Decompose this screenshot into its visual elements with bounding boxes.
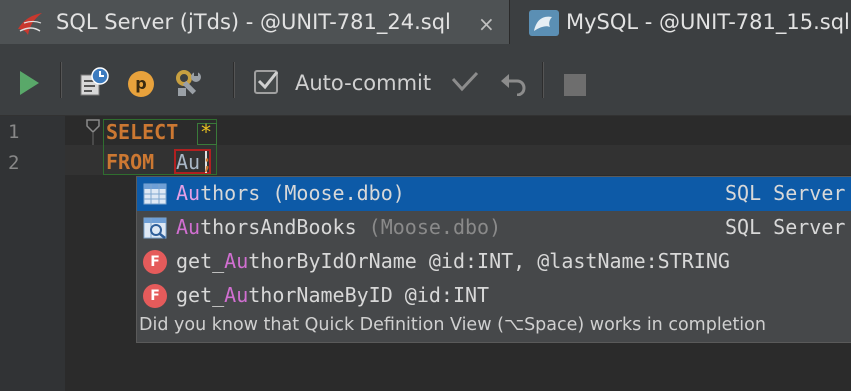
item-name-rest: thors <box>200 181 261 205</box>
item-name-rest: thorsAndBooks <box>200 215 357 239</box>
keyword-select: SELECT <box>106 120 179 144</box>
match-text: Au <box>224 283 249 307</box>
stop-icon[interactable] <box>563 73 587 101</box>
tab-sql-server-file[interactable]: SQL Server (jTds) - @UNIT-781_24.sql × <box>0 0 509 44</box>
item-schema: (Moose.dbo) <box>260 181 405 205</box>
tab-label: SQL Server (jTds) - @UNIT-781_24.sql <box>56 10 451 34</box>
completion-item-get-authorbyidorname[interactable]: F get_AuthorByIdOrName @id:INT, @lastNam… <box>137 245 851 279</box>
code-completion-popup: Authors (Moose.dbo) SQL Server AuthorsAn… <box>136 176 851 343</box>
item-name-rest: thorByIdOrName @id:INT, @lastName:STRING <box>248 249 730 273</box>
function-icon: F <box>143 284 167 308</box>
rollback-undo-icon[interactable] <box>500 72 526 100</box>
line-number-gutter: 1 2 <box>0 116 100 391</box>
completion-item-authorsandbooks[interactable]: AuthorsAndBooks (Moose.dbo) SQL Server <box>137 211 851 245</box>
line-number: 2 <box>8 152 20 174</box>
settings-wrench-icon[interactable] <box>174 68 204 102</box>
completion-item-authors[interactable]: Authors (Moose.dbo) SQL Server <box>137 177 851 211</box>
item-type: SQL Server <box>725 215 846 239</box>
typed-identifier: Au <box>176 150 201 174</box>
console-toolbar: p Auto-commit <box>0 44 851 116</box>
match-text: Au <box>176 181 201 205</box>
toolbar-separator <box>233 62 235 98</box>
view-icon <box>143 216 167 240</box>
run-icon[interactable] <box>18 70 40 100</box>
completion-tip-text: Did you know that Quick Definition View … <box>139 315 766 335</box>
table-icon <box>143 182 167 206</box>
item-name-prefix: get_ <box>176 283 225 307</box>
editor-tab-bar: SQL Server (jTds) - @UNIT-781_24.sql × M… <box>0 0 851 45</box>
close-icon[interactable]: × <box>478 12 495 36</box>
function-icon: F <box>143 250 167 274</box>
parameters-p-icon[interactable]: p <box>127 70 155 102</box>
toolbar-separator <box>542 62 544 98</box>
autocommit-checkbox[interactable] <box>254 70 278 94</box>
tab-label: MySQL - @UNIT-781_15.sql <box>566 10 850 34</box>
match-text: Au <box>176 215 201 239</box>
completion-item-get-authornamebyid[interactable]: F get_AuthorNameByID @id:INT <box>137 279 851 313</box>
item-name-prefix: get_ <box>176 249 225 273</box>
item-schema: (Moose.dbo) <box>356 215 502 239</box>
keyword-from: FROM <box>106 150 155 174</box>
mysql-logo-icon <box>528 9 560 41</box>
autocommit-label[interactable]: Auto-commit <box>295 71 431 95</box>
sql-server-logo-icon <box>14 9 46 41</box>
toolbar-separator <box>60 62 62 98</box>
semicolon: ; <box>201 150 214 174</box>
select-star: * <box>200 120 213 144</box>
p-letter: p <box>135 74 146 93</box>
tab-mysql-file[interactable]: MySQL - @UNIT-781_15.sql <box>509 0 851 44</box>
match-text: Au <box>224 249 249 273</box>
item-name-rest: thorNameByID @id:INT <box>248 283 490 307</box>
item-type: SQL Server <box>725 181 846 205</box>
transaction-history-icon[interactable] <box>79 67 109 101</box>
commit-checkmark-icon[interactable] <box>451 71 479 97</box>
line-number: 1 <box>8 121 20 143</box>
